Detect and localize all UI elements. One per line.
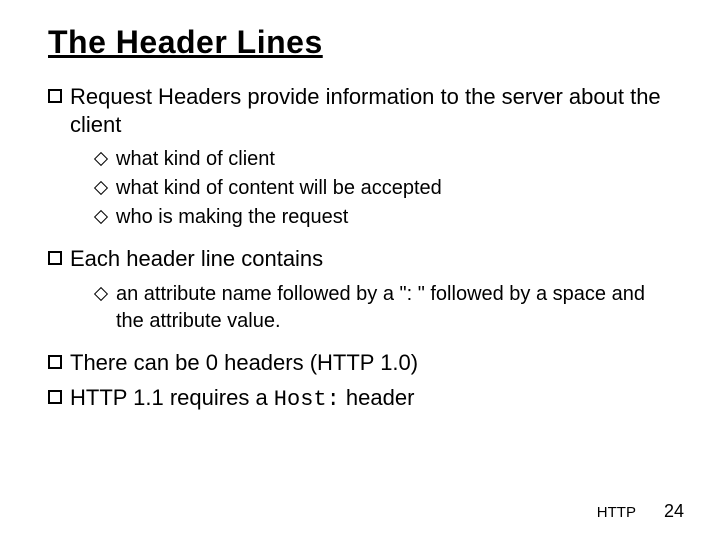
bullet-2-text: Each header line contains — [70, 245, 323, 273]
bullet-1-text: Request Headers provide information to t… — [70, 83, 672, 138]
square-bullet-icon — [48, 390, 62, 404]
slide-title: The Header Lines — [48, 24, 672, 61]
sub-bullet: what kind of client — [96, 146, 672, 173]
square-bullet-icon — [48, 355, 62, 369]
bullet-4: HTTP 1.1 requires a Host: header — [48, 384, 672, 414]
page-number: 24 — [664, 501, 684, 522]
sub-bullet: what kind of content will be accepted — [96, 175, 672, 202]
square-bullet-icon — [48, 89, 62, 103]
diamond-bullet-icon — [94, 210, 108, 224]
bullet-4-code: Host: — [274, 387, 340, 412]
bullet-2: Each header line contains — [48, 245, 672, 273]
slide-footer: HTTP 24 — [597, 501, 684, 522]
square-bullet-icon — [48, 251, 62, 265]
bullet-4-text: HTTP 1.1 requires a Host: header — [70, 384, 414, 414]
bullet-4-post: header — [340, 385, 415, 410]
diamond-bullet-icon — [94, 286, 108, 300]
sub-bullet-text: who is making the request — [116, 204, 348, 231]
sub-bullet: an attribute name followed by a ": " fol… — [96, 281, 672, 335]
bullet-3-text: There can be 0 headers (HTTP 1.0) — [70, 349, 418, 377]
bullet-1: Request Headers provide information to t… — [48, 83, 672, 138]
sub-bullet-text: an attribute name followed by a ": " fol… — [116, 281, 672, 335]
sub-bullet-text: what kind of client — [116, 146, 275, 173]
bullet-2-sublist: an attribute name followed by a ": " fol… — [48, 281, 672, 335]
diamond-bullet-icon — [94, 181, 108, 195]
sub-bullet-text: what kind of content will be accepted — [116, 175, 442, 202]
bullet-3: There can be 0 headers (HTTP 1.0) — [48, 349, 672, 377]
footer-label: HTTP — [597, 504, 636, 521]
bullet-1-sublist: what kind of client what kind of content… — [48, 146, 672, 231]
diamond-bullet-icon — [94, 152, 108, 166]
bullet-4-pre: HTTP 1.1 requires a — [70, 385, 274, 410]
sub-bullet: who is making the request — [96, 204, 672, 231]
